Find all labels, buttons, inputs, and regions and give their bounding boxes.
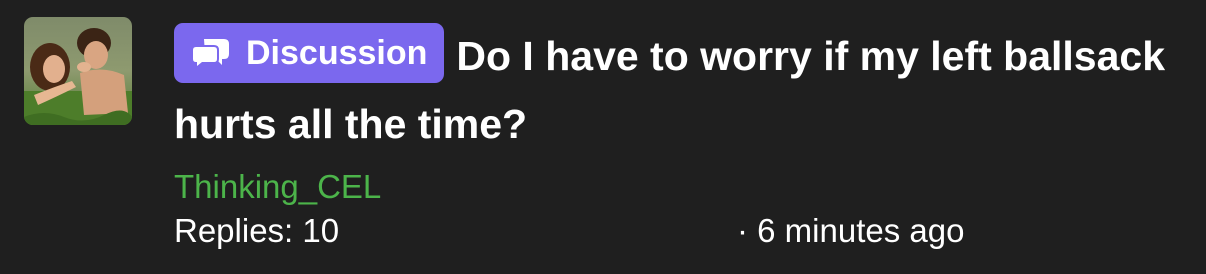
thread-title: Discussion Do I have to worry if my left… xyxy=(174,22,1174,158)
reply-count: Replies: 10 xyxy=(174,212,340,249)
prefix-badge-discussion[interactable]: Discussion xyxy=(174,23,445,83)
chat-bubbles-icon xyxy=(190,35,232,71)
author-username[interactable]: Thinking_CEL xyxy=(174,167,381,207)
thread-meta: Replies: 10 · 6 minutes ago xyxy=(174,209,1174,253)
prefix-label: Discussion xyxy=(246,34,428,72)
last-activity-time[interactable]: · 6 minutes ago xyxy=(737,209,964,253)
avatar[interactable] xyxy=(24,17,132,125)
thread-main: Discussion Do I have to worry if my left… xyxy=(174,22,1174,207)
avatar-image xyxy=(24,17,132,125)
thread-list-item[interactable]: Discussion Do I have to worry if my left… xyxy=(0,0,1206,274)
